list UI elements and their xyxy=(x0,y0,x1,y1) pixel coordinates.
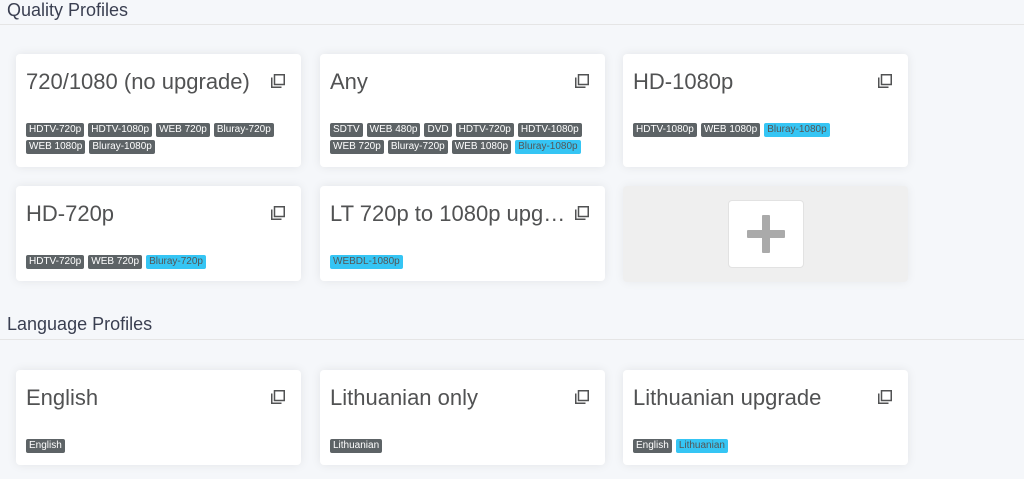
language-tag: English xyxy=(26,439,65,453)
quality-tag: DVD xyxy=(424,123,452,137)
quality-profile-card[interactable]: HD-720p HDTV-720p WEB 720p Bluray-720p xyxy=(16,186,301,281)
add-quality-profile-button[interactable] xyxy=(623,186,908,282)
language-tags: Lithuanian xyxy=(330,439,592,453)
quality-tag: WEB 720p xyxy=(156,123,210,137)
section-divider xyxy=(0,24,1024,25)
language-profile-card[interactable]: English English xyxy=(16,370,301,465)
profile-name: HD-720p xyxy=(26,201,115,226)
quality-tag: WEB 1080p xyxy=(26,140,86,154)
clone-icon[interactable] xyxy=(271,74,285,88)
clone-icon[interactable] xyxy=(878,74,892,88)
clone-icon[interactable] xyxy=(575,390,589,404)
language-profile-card[interactable]: Lithuanian upgrade English Lithuanian xyxy=(623,370,908,465)
quality-profile-card[interactable]: 720/1080 (no upgrade) HDTV-720p HDTV-108… xyxy=(16,54,301,167)
quality-tag: HDTV-1080p xyxy=(88,123,153,137)
language-profile-card[interactable]: Lithuanian only Lithuanian xyxy=(320,370,605,465)
profile-name: Lithuanian only xyxy=(330,385,479,410)
quality-tag: WEB 1080p xyxy=(451,140,512,154)
quality-tag: WEB 1080p xyxy=(700,123,761,137)
quality-profile-card[interactable]: HD-1080p HDTV-1080p WEB 1080p Bluray-108… xyxy=(623,54,908,167)
plus-icon xyxy=(747,215,785,253)
clone-icon[interactable] xyxy=(271,390,285,404)
language-tags: English Lithuanian xyxy=(633,439,895,453)
clone-icon[interactable] xyxy=(575,206,589,220)
profile-name: Lithuanian upgrade xyxy=(633,385,822,410)
language-tag: English xyxy=(633,439,672,453)
quality-tags: SDTV WEB 480p DVD HDTV-720p HDTV-1080p W… xyxy=(330,123,592,154)
quality-tags: HDTV-720p HDTV-1080p WEB 720p Bluray-720… xyxy=(26,123,288,154)
clone-icon[interactable] xyxy=(878,390,892,404)
cutoff-quality-tag: WEBDL-1080p xyxy=(330,255,403,269)
quality-tag: Bluray-720p xyxy=(213,123,274,137)
settings-profiles-page: Quality Profiles 720/1080 (no upgrade) H… xyxy=(0,0,1024,479)
profile-name: Any xyxy=(330,69,368,94)
cutoff-language-tag: Lithuanian xyxy=(675,439,728,453)
quality-tag: HDTV-1080p xyxy=(517,123,582,137)
quality-profile-card[interactable]: LT 720p to 1080p upgrade WEBDL-1080p xyxy=(320,186,605,281)
cutoff-quality-tag: Bluray-1080p xyxy=(764,123,830,137)
quality-tag: Bluray-1080p xyxy=(89,140,155,154)
profile-name: English xyxy=(26,385,99,410)
quality-tag: WEB 480p xyxy=(366,123,421,137)
quality-tag: HDTV-720p xyxy=(26,255,85,269)
cutoff-quality-tag: Bluray-1080p xyxy=(515,140,581,154)
clone-icon[interactable] xyxy=(575,74,589,88)
quality-tag: HDTV-1080p xyxy=(633,123,697,137)
language-tag: Lithuanian xyxy=(330,439,383,453)
quality-profile-card[interactable]: Any SDTV WEB 480p DVD HDTV-720p HDTV-108… xyxy=(320,54,605,167)
quality-tag: Bluray-720p xyxy=(387,140,448,154)
profile-name: HD-1080p xyxy=(633,69,734,94)
quality-tag: WEB 720p xyxy=(88,255,143,269)
quality-profiles-title: Quality Profiles xyxy=(7,0,129,20)
profile-name: LT 720p to 1080p upgrade xyxy=(330,201,566,226)
quality-tags: HDTV-1080p WEB 1080p Bluray-1080p xyxy=(633,123,895,137)
quality-tag: HDTV-720p xyxy=(455,123,514,137)
quality-tags: HDTV-720p WEB 720p Bluray-720p xyxy=(26,255,288,269)
quality-tag: HDTV-720p xyxy=(26,123,85,137)
cutoff-quality-tag: Bluray-720p xyxy=(146,255,206,269)
language-tags: English xyxy=(26,439,288,453)
quality-tag: SDTV xyxy=(330,123,363,137)
section-divider xyxy=(0,339,1024,340)
quality-tag: WEB 720p xyxy=(330,140,384,154)
add-button-inner[interactable] xyxy=(728,200,804,268)
quality-tags: WEBDL-1080p xyxy=(330,255,592,269)
language-profiles-title: Language Profiles xyxy=(7,314,153,334)
profile-name: 720/1080 (no upgrade) xyxy=(26,69,250,94)
clone-icon[interactable] xyxy=(271,206,285,220)
